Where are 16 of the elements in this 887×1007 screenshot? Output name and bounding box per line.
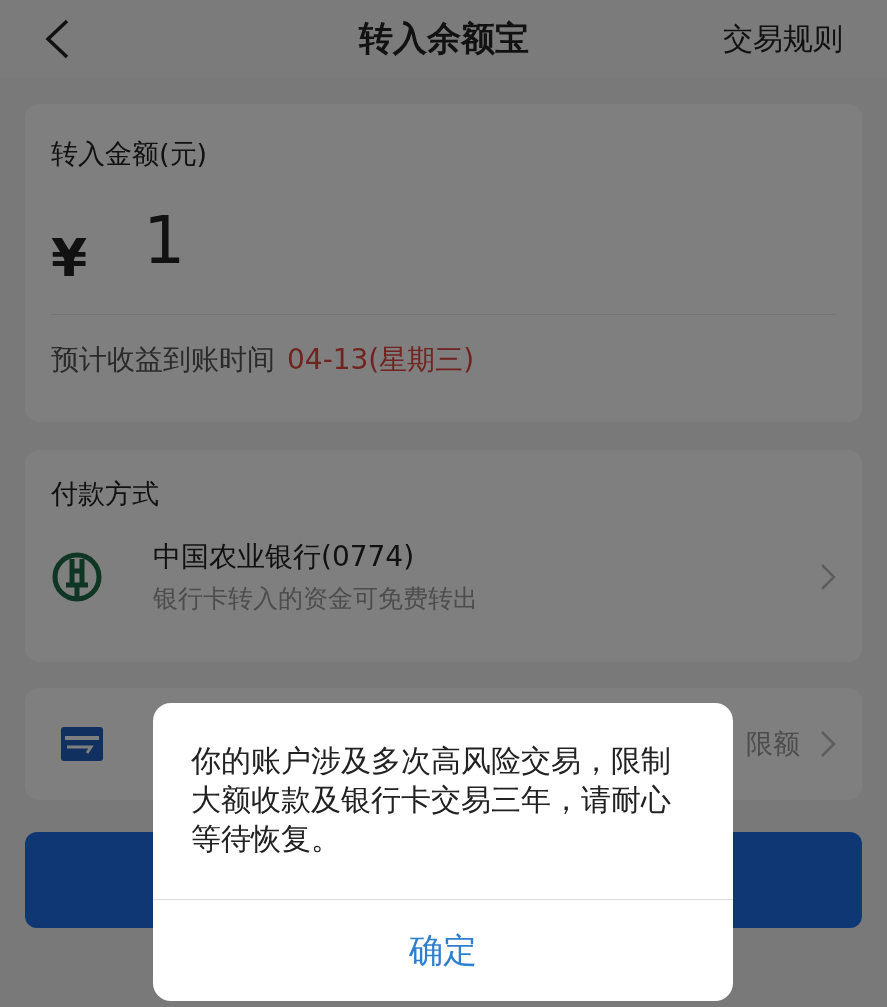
dialog-message: 你的账户涉及多次高风险交易，限制大额收款及银行卡交易三年，请耐心等待恢复。 — [190, 742, 672, 858]
bank-logo-icon — [51, 550, 103, 603]
bank-name: 中国农业银行(0774) — [153, 539, 416, 575]
trade-rules-link[interactable]: 交易规则 — [723, 18, 843, 60]
currency-symbol: ¥ — [51, 228, 88, 288]
chevron-icon — [820, 562, 836, 591]
amount-label: 转入金额(元) — [51, 137, 209, 171]
chevron-icon — [820, 730, 836, 758]
estimate-date: 04-13(星期三) — [287, 342, 475, 378]
estimate-label: 预计收益到账时间 — [51, 342, 275, 378]
amount-input[interactable]: 1 — [143, 208, 186, 274]
page-title: 转入余额宝 — [358, 17, 529, 60]
payment-label: 付款方式 — [51, 477, 160, 511]
card-icon — [61, 727, 103, 761]
back-icon[interactable] — [44, 18, 70, 60]
confirm-button[interactable]: 确定 — [153, 900, 733, 1001]
